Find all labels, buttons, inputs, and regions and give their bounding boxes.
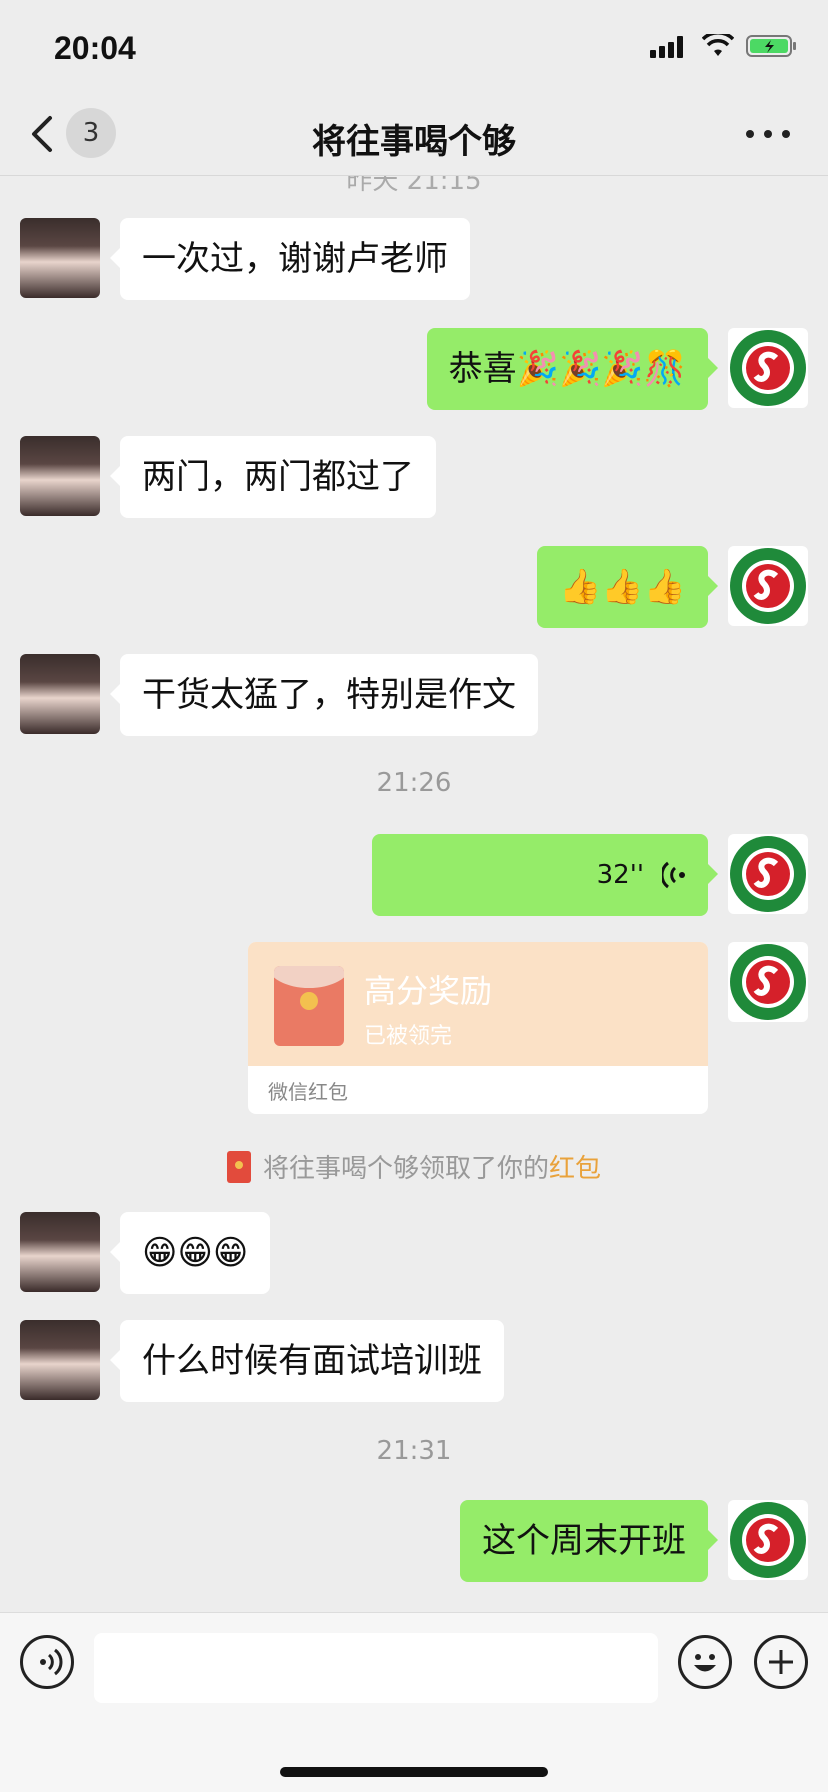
red-packet-title: 高分奖励 — [364, 972, 493, 1010]
contact-avatar[interactable] — [20, 218, 100, 298]
signal-icon — [650, 36, 683, 58]
sent-message[interactable]: 👍👍👍 — [536, 546, 719, 628]
voice-duration: 32'' — [596, 860, 644, 890]
red-packet-link[interactable]: 红包 — [549, 1154, 601, 1184]
sent-message[interactable]: 这个周末开班 — [460, 1500, 718, 1582]
message-input[interactable] — [94, 1633, 658, 1703]
school-logo-icon — [730, 836, 806, 912]
my-avatar[interactable] — [728, 546, 808, 626]
sent-message[interactable]: 恭喜🎉🎉🎉🎊 — [426, 328, 719, 410]
input-bar — [0, 1612, 828, 1792]
contact-avatar[interactable] — [20, 654, 100, 734]
voice-input-icon — [40, 1648, 63, 1676]
voice-input-button[interactable] — [20, 1635, 74, 1689]
received-message[interactable]: 什么时候有面试培训班 — [110, 1320, 504, 1402]
home-indicator[interactable] — [280, 1767, 548, 1777]
school-logo-icon — [730, 944, 806, 1020]
my-avatar[interactable] — [728, 328, 808, 408]
status-bar: 20:04 — [0, 0, 828, 96]
voice-wave-icon — [662, 861, 685, 889]
received-message[interactable]: 两门，两门都过了 — [110, 436, 436, 518]
contact-avatar[interactable] — [20, 436, 100, 516]
red-packet-footer: 微信红包 — [268, 1080, 348, 1104]
my-avatar[interactable] — [728, 834, 808, 914]
red-packet-status: 已被领完 — [364, 1024, 453, 1049]
school-logo-icon — [730, 330, 806, 406]
status-time: 20:04 — [54, 30, 136, 66]
voice-message[interactable]: 32'' — [372, 834, 718, 916]
emoji-button[interactable] — [678, 1635, 732, 1689]
contact-avatar[interactable] — [20, 1212, 100, 1292]
system-message-text: 将往事喝个够领取了你的 — [262, 1154, 549, 1184]
red-packet-icon — [274, 966, 344, 1046]
chat-title: 将往事喝个够 — [312, 122, 516, 162]
time-separator: 21:31 — [376, 1436, 452, 1466]
more-options-icon[interactable] — [746, 124, 790, 144]
status-icons — [650, 34, 798, 58]
received-message[interactable]: 😁😁😁 — [109, 1212, 271, 1294]
time-separator: 21:26 — [376, 768, 452, 798]
timestamp: 昨天 21:15 — [346, 176, 482, 196]
received-message[interactable]: 干货太猛了，特别是作文 — [110, 654, 538, 736]
battery-icon — [746, 35, 796, 57]
chat-area[interactable]: 昨天 21:15 一次过，谢谢卢老师 恭喜🎉🎉🎉🎊 两门，两门都过了 👍👍👍 干… — [0, 176, 828, 1612]
school-logo-icon — [730, 1502, 806, 1578]
emoji-icon — [694, 1654, 716, 1672]
my-avatar[interactable] — [728, 1500, 808, 1580]
system-message: 将往事喝个够领取了你的红包 — [0, 1148, 828, 1185]
school-logo-icon — [730, 548, 806, 624]
contact-avatar[interactable] — [20, 1320, 100, 1400]
my-avatar[interactable] — [728, 942, 808, 1022]
more-functions-button[interactable] — [754, 1635, 808, 1689]
plus-icon — [769, 1650, 793, 1674]
red-packet-mini-icon — [226, 1151, 251, 1183]
nav-bar: 3 将往事喝个够 — [0, 96, 828, 176]
wifi-icon — [702, 34, 734, 56]
red-packet-card[interactable]: 高分奖励 已被领完 微信红包 — [248, 942, 708, 1114]
received-message[interactable]: 一次过，谢谢卢老师 — [110, 218, 470, 300]
